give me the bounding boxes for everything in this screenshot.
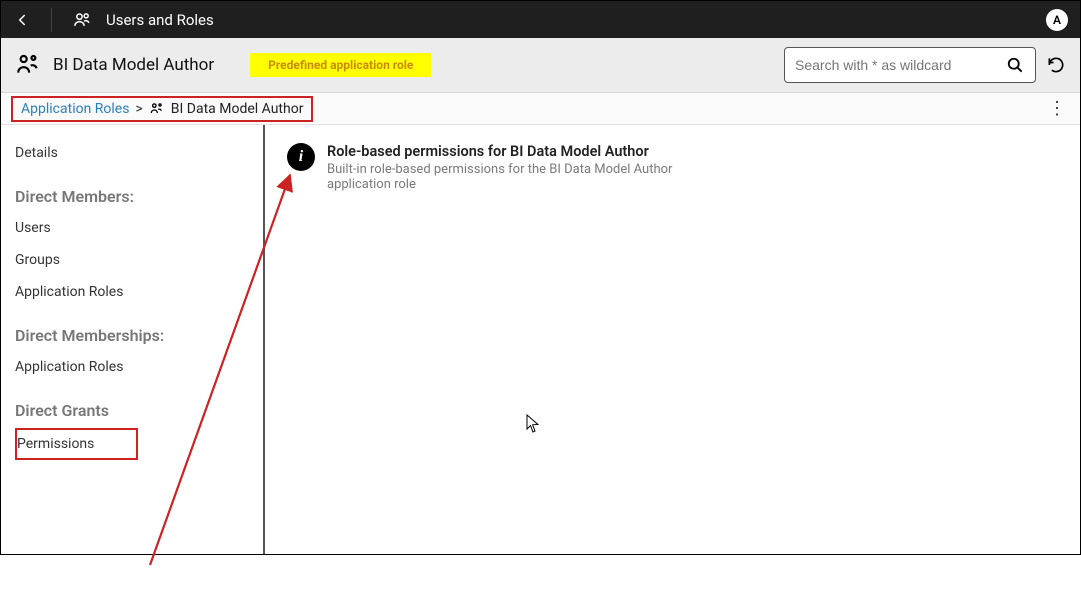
breadcrumb-root[interactable]: Application Roles — [21, 101, 129, 117]
predefined-badge: Predefined application role — [250, 53, 431, 77]
role-icon — [15, 52, 41, 78]
sidebar-section-grants: Direct Grants — [15, 383, 263, 426]
sidebar-item-permissions[interactable]: Permissions — [17, 436, 94, 452]
content-panel: i Role-based permissions for BI Data Mod… — [265, 125, 1080, 554]
sidebar-item-users[interactable]: Users — [15, 212, 263, 244]
sidebar-item-details[interactable]: Details — [15, 137, 263, 169]
user-avatar[interactable]: A — [1046, 9, 1068, 31]
role-title: BI Data Model Author — [53, 55, 214, 75]
page-title: Users and Roles — [106, 11, 214, 29]
permission-entry[interactable]: i Role-based permissions for BI Data Mod… — [287, 143, 1058, 192]
sidebar-section-members: Direct Members: — [15, 169, 263, 212]
divider — [51, 8, 52, 32]
search-icon[interactable] — [1005, 55, 1025, 75]
sidebar-permissions-highlight-box: Permissions — [15, 428, 138, 460]
sidebar: Details Direct Members: Users Groups App… — [1, 125, 265, 554]
info-icon: i — [287, 143, 315, 171]
permission-title: Role-based permissions for BI Data Model… — [327, 143, 687, 160]
sidebar-item-app-roles-2[interactable]: Application Roles — [15, 351, 263, 383]
breadcrumb-role-icon — [149, 101, 165, 117]
top-app-bar: Users and Roles A — [1, 1, 1080, 38]
back-arrow-icon[interactable] — [13, 11, 31, 29]
avatar-letter: A — [1053, 13, 1061, 27]
search-box[interactable] — [784, 47, 1036, 83]
more-actions-icon[interactable]: ⋮ — [1044, 96, 1070, 122]
sidebar-item-app-roles[interactable]: Application Roles — [15, 276, 263, 308]
users-roles-icon — [72, 10, 92, 30]
refresh-icon[interactable] — [1046, 55, 1066, 75]
permission-description: Built-in role-based permissions for the … — [327, 162, 687, 192]
sub-header: BI Data Model Author Predefined applicat… — [1, 38, 1080, 93]
sidebar-item-groups[interactable]: Groups — [15, 244, 263, 276]
sidebar-section-memberships: Direct Memberships: — [15, 308, 263, 351]
breadcrumb-highlight-box: Application Roles > BI Data Model Author — [11, 96, 313, 122]
breadcrumb-current: BI Data Model Author — [171, 101, 304, 117]
main-area: Details Direct Members: Users Groups App… — [1, 125, 1080, 554]
breadcrumb-separator: > — [135, 101, 142, 117]
search-input[interactable] — [795, 57, 1005, 73]
breadcrumb-bar: Application Roles > BI Data Model Author… — [1, 93, 1080, 125]
